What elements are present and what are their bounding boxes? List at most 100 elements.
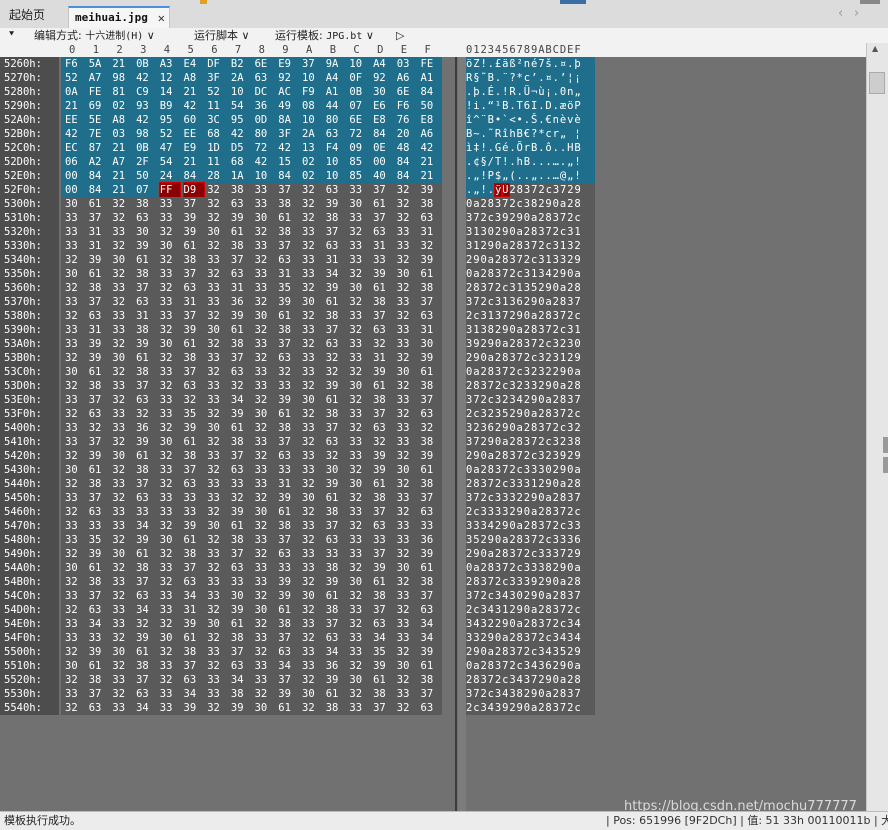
hex-byte[interactable]: 02 (112, 99, 132, 113)
hex-byte[interactable]: 33 (112, 407, 132, 421)
hex-byte[interactable]: 33 (207, 295, 227, 309)
ascii-text[interactable]: 2c3137290a28372c (466, 309, 582, 323)
hex-byte[interactable]: 61 (421, 659, 441, 673)
hex-byte[interactable]: 33 (255, 365, 275, 379)
hex-byte[interactable]: 63 (231, 463, 251, 477)
hex-byte[interactable]: 37 (373, 183, 393, 197)
hex-byte[interactable]: 39 (184, 701, 204, 715)
hex-byte[interactable]: 63 (231, 659, 251, 673)
hex-byte[interactable]: 21 (184, 85, 204, 99)
hex-byte[interactable]: 61 (373, 197, 393, 211)
hex-byte[interactable]: 87 (89, 141, 109, 155)
hex-byte[interactable]: DF (207, 57, 227, 71)
hex-byte[interactable]: 39 (326, 281, 346, 295)
hex-byte[interactable]: 33 (302, 267, 322, 281)
hex-byte[interactable]: 32 (255, 687, 275, 701)
hex-byte[interactable]: 32 (207, 183, 227, 197)
hex-byte[interactable]: 15 (278, 155, 298, 169)
hex-byte[interactable]: 21 (184, 155, 204, 169)
hex-byte[interactable]: 30 (421, 337, 441, 351)
hex-byte[interactable]: 38 (326, 603, 346, 617)
hex-byte[interactable]: 35 (184, 407, 204, 421)
hex-byte[interactable]: 61 (89, 463, 109, 477)
hex-byte[interactable]: 3C (207, 113, 227, 127)
hex-byte[interactable]: 38 (326, 211, 346, 225)
hex-byte[interactable]: 38 (373, 687, 393, 701)
hex-byte[interactable]: 32 (349, 323, 369, 337)
hex-byte[interactable]: 33 (136, 505, 156, 519)
hex-byte[interactable]: 32 (207, 533, 227, 547)
hex-byte[interactable]: 1A (231, 169, 251, 183)
run-template-play-icon[interactable]: ▷ (396, 28, 404, 43)
hex-byte[interactable]: A4 (373, 57, 393, 71)
hex-byte[interactable]: 32 (302, 435, 322, 449)
hex-byte[interactable]: 32 (397, 477, 417, 491)
hex-byte[interactable]: 39 (184, 519, 204, 533)
hex-byte[interactable]: 63 (373, 617, 393, 631)
hex-byte[interactable]: 37 (184, 659, 204, 673)
hex-byte[interactable]: 32 (397, 505, 417, 519)
hex-byte[interactable]: 37 (231, 253, 251, 267)
hex-byte[interactable]: 52 (65, 71, 85, 85)
hex-byte[interactable]: 34 (136, 519, 156, 533)
hex-byte[interactable]: 33 (207, 449, 227, 463)
hex-byte[interactable]: 39 (184, 225, 204, 239)
hex-byte[interactable]: 39 (278, 575, 298, 589)
hex-byte[interactable]: 37 (89, 295, 109, 309)
hex-byte[interactable]: 33 (207, 393, 227, 407)
hex-byte[interactable]: 32 (302, 477, 322, 491)
hex-row[interactable]: 5470h: 33 33 33 34 32 39 30 61 32 38 33 37 32 63 33 33 33… (0, 519, 866, 533)
hex-byte[interactable]: 38 (326, 407, 346, 421)
hex-byte[interactable]: 48 (397, 141, 417, 155)
hex-byte[interactable]: 33 (65, 533, 85, 547)
ascii-text[interactable]: 290a28372c323929 (466, 449, 582, 463)
hex-row[interactable]: 5440h: 32 38 33 37 32 63 33 33 33 31 32 39 30 61 32 38 28… (0, 477, 866, 491)
hex-byte[interactable]: 30 (136, 225, 156, 239)
hex-byte[interactable]: 37 (373, 603, 393, 617)
hex-byte[interactable]: 61 (184, 435, 204, 449)
hex-byte[interactable]: 10 (231, 85, 251, 99)
hex-byte[interactable]: 38 (421, 477, 441, 491)
hex-byte[interactable]: 39 (184, 617, 204, 631)
hex-byte[interactable]: 42 (184, 99, 204, 113)
hex-row[interactable]: 5330h: 33 31 32 39 30 61 32 38 33 37 32 63 33 31 33 32 31… (0, 239, 866, 253)
hex-byte[interactable]: 60 (184, 113, 204, 127)
hex-byte[interactable]: A7 (112, 155, 132, 169)
ascii-text[interactable]: .¢§/T!.hB...….„! (466, 155, 582, 169)
hex-byte[interactable]: 32 (302, 211, 322, 225)
hex-byte[interactable]: 61 (136, 351, 156, 365)
hex-byte[interactable]: 32 (397, 253, 417, 267)
hex-byte[interactable]: 39 (278, 295, 298, 309)
hex-byte[interactable]: 37 (231, 351, 251, 365)
hex-byte[interactable]: 0A (65, 85, 85, 99)
hex-byte[interactable]: 80 (255, 127, 275, 141)
ascii-text[interactable]: 3334290a28372c33 (466, 519, 582, 533)
ascii-text[interactable]: 39290a28372c3230 (466, 337, 582, 351)
side-panel-handle[interactable] (883, 457, 888, 473)
hex-byte[interactable]: 32 (65, 253, 85, 267)
hex-byte[interactable]: 30 (112, 449, 132, 463)
hex-byte[interactable]: 63 (421, 603, 441, 617)
hex-byte[interactable]: 37 (373, 505, 393, 519)
hex-byte[interactable]: 38 (89, 673, 109, 687)
ascii-text[interactable]: 2c3333290a28372c (466, 505, 582, 519)
hex-byte[interactable]: 32 (65, 281, 85, 295)
hex-byte[interactable]: 39 (136, 337, 156, 351)
hex-byte[interactable]: FE (89, 85, 109, 99)
hex-byte[interactable]: 63 (136, 393, 156, 407)
hex-byte[interactable]: 33 (160, 393, 180, 407)
hex-byte[interactable]: 37 (373, 547, 393, 561)
hex-byte[interactable]: 32 (65, 407, 85, 421)
hex-byte[interactable]: 47 (160, 141, 180, 155)
hex-row[interactable]: 5310h: 33 37 32 63 33 39 32 39 30 61 32 38 33 37 32 63 37… (0, 211, 866, 225)
hex-byte[interactable]: 63 (89, 407, 109, 421)
hex-byte[interactable]: 33 (207, 673, 227, 687)
hex-byte[interactable]: 32 (207, 505, 227, 519)
hex-byte[interactable]: A4 (326, 71, 346, 85)
hex-byte[interactable]: 33 (421, 519, 441, 533)
hex-row[interactable]: 53D0h: 32 38 33 37 32 63 33 32 33 33 32 39 30 61 32 38 28… (0, 379, 866, 393)
hex-byte[interactable]: 33 (302, 547, 322, 561)
hex-byte[interactable]: 37 (302, 57, 322, 71)
hex-byte[interactable]: 0B (349, 85, 369, 99)
hex-byte[interactable]: 63 (421, 211, 441, 225)
